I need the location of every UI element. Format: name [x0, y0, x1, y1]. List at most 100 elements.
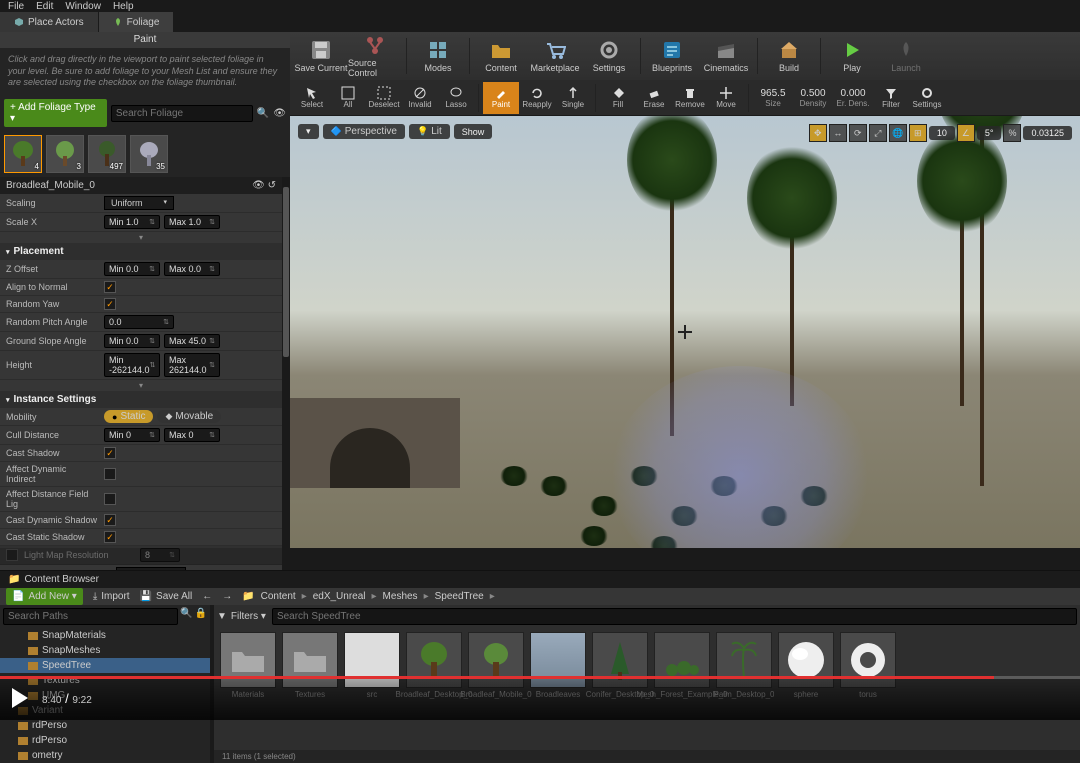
search-icon[interactable]: 🔍	[180, 608, 192, 625]
tree-item[interactable]: SpeedTree	[0, 658, 210, 673]
lightmap-override-checkbox[interactable]	[6, 549, 18, 561]
play-button[interactable]: Play	[825, 34, 879, 78]
erase-button[interactable]: Erase	[636, 82, 672, 114]
menu-edit[interactable]: Edit	[36, 1, 53, 12]
zoffset-max-input[interactable]: Max 0.0	[164, 262, 220, 276]
settings-button[interactable]: Settings	[582, 34, 636, 78]
modes-button[interactable]: Modes	[411, 34, 465, 78]
scaling-dropdown[interactable]: Uniform	[104, 196, 174, 210]
zoffset-min-input[interactable]: Min 0.0	[104, 262, 160, 276]
tree-item[interactable]: rdPerso	[0, 718, 210, 733]
scale-snap-button[interactable]: %	[1003, 124, 1021, 142]
launch-button[interactable]: Launch	[879, 34, 933, 78]
single-button[interactable]: Single	[555, 82, 591, 114]
blueprints-button[interactable]: Blueprints	[645, 34, 699, 78]
viewport-menu-button[interactable]: ▾	[298, 124, 319, 139]
source-control-button[interactable]: Source Control	[348, 34, 402, 78]
filter-button[interactable]: Filter	[873, 82, 909, 114]
remove-button[interactable]: Remove	[672, 82, 708, 114]
instance-settings-section[interactable]: Instance Settings	[0, 391, 282, 408]
grid-snap-button[interactable]: ⊞	[909, 124, 927, 142]
grid-snap-value[interactable]: 10	[929, 126, 955, 140]
dynshadow-checkbox[interactable]	[104, 514, 116, 526]
expand-arrow-icon[interactable]: ▾	[0, 380, 282, 391]
cull-min-input[interactable]: Min 0	[104, 428, 160, 442]
build-button[interactable]: Build	[762, 34, 816, 78]
tool-settings-button[interactable]: Settings	[909, 82, 945, 114]
align-checkbox[interactable]	[104, 281, 116, 293]
castshadow-checkbox[interactable]	[104, 447, 116, 459]
search-icon[interactable]: 🔍	[257, 108, 269, 119]
coord-space-button[interactable]: 🌐	[889, 124, 907, 142]
lightmap-input[interactable]: 8	[140, 548, 180, 562]
brush-size-value[interactable]: 965.5Size	[753, 88, 793, 108]
lit-button[interactable]: 💡 Lit	[409, 124, 450, 139]
foliage-thumb[interactable]: 3	[46, 135, 84, 173]
angle-snap-value[interactable]: 5°	[977, 126, 1002, 140]
paint-density-value[interactable]: 0.500Density	[793, 88, 833, 108]
content-browser-tab[interactable]: 📁Content Browser	[0, 571, 1080, 588]
dynind-checkbox[interactable]	[104, 468, 116, 480]
content-button[interactable]: Content	[474, 34, 528, 78]
reapply-button[interactable]: Reapply	[519, 82, 555, 114]
lasso-button[interactable]: Lasso	[438, 82, 474, 114]
tree-item[interactable]: SnapMaterials	[0, 628, 210, 643]
breadcrumb-item[interactable]: SpeedTree	[435, 591, 484, 602]
foliage-thumb[interactable]: 4	[4, 135, 42, 173]
tree-item[interactable]: ometry	[0, 748, 210, 763]
lock-icon[interactable]: 🔒	[195, 608, 207, 625]
view-options-icon[interactable]: 👁	[273, 108, 286, 119]
select-all-button[interactable]: All	[330, 82, 366, 114]
angle-snap-button[interactable]: ∠	[957, 124, 975, 142]
breadcrumb-item[interactable]: Meshes	[383, 591, 418, 602]
transform-rotate-button[interactable]: ⟳	[849, 124, 867, 142]
filters-button[interactable]: ▼ Filters ▾	[217, 611, 266, 622]
save-all-button[interactable]: 💾Save All	[140, 591, 193, 602]
tree-item[interactable]: rdPerso	[0, 733, 210, 748]
search-paths-input[interactable]	[3, 608, 178, 625]
foliage-thumb[interactable]: 35	[130, 135, 168, 173]
height-max-input[interactable]: Max 262144.0	[164, 353, 220, 377]
play-icon[interactable]	[12, 688, 28, 708]
history-forward-button[interactable]: →	[222, 591, 232, 602]
import-button[interactable]: ⤓Import	[93, 591, 130, 602]
placement-section[interactable]: Placement	[0, 243, 282, 260]
add-foliage-type-button[interactable]: + Add Foliage Type ▾	[4, 99, 107, 127]
expand-arrow-icon[interactable]: ▾	[0, 232, 282, 243]
transform-select-button[interactable]: ✥	[809, 124, 827, 142]
select-invalid-button[interactable]: Invalid	[402, 82, 438, 114]
tab-foliage[interactable]: Foliage	[99, 12, 174, 32]
tree-item[interactable]: SnapMeshes	[0, 643, 210, 658]
search-foliage-input[interactable]	[111, 105, 253, 122]
tab-place-actors[interactable]: Place Actors	[0, 12, 98, 32]
marketplace-button[interactable]: Marketplace	[528, 34, 582, 78]
save-current-button[interactable]: Save Current	[294, 34, 348, 78]
transform-scale-button[interactable]: ⤢	[869, 124, 887, 142]
mobility-movable-button[interactable]: ◆ Movable	[157, 410, 221, 423]
menu-window[interactable]: Window	[65, 1, 101, 12]
mobility-static-button[interactable]: ● Static	[104, 410, 153, 423]
breadcrumb-item[interactable]: Content	[261, 591, 296, 602]
eye-icon[interactable]: 👁 ↺	[252, 180, 276, 191]
erase-density-value[interactable]: 0.000Er. Dens.	[833, 88, 873, 108]
paint-tool-button[interactable]: Paint	[483, 82, 519, 114]
deselect-button[interactable]: Deselect	[366, 82, 402, 114]
breadcrumb-item[interactable]: edX_Unreal	[313, 591, 366, 602]
slope-min-input[interactable]: Min 0.0	[104, 334, 160, 348]
menu-file[interactable]: File	[8, 1, 24, 12]
search-assets-input[interactable]	[272, 608, 1077, 625]
distfield-checkbox[interactable]	[104, 493, 116, 505]
menu-help[interactable]: Help	[113, 1, 134, 12]
slope-max-input[interactable]: Max 45.0	[164, 334, 220, 348]
scale-snap-value[interactable]: 0.03125	[1023, 126, 1072, 140]
show-button[interactable]: Show	[454, 124, 493, 139]
scalex-min-input[interactable]: Min 1.0	[104, 215, 160, 229]
move-button[interactable]: Move	[708, 82, 744, 114]
perspective-button[interactable]: 🔷 Perspective	[323, 124, 405, 139]
select-tool-button[interactable]: Select	[294, 82, 330, 114]
viewport-3d[interactable]: ▾ 🔷 Perspective 💡 Lit Show ✥ ↔ ⟳ ⤢ 🌐 ⊞ 1…	[290, 116, 1080, 548]
cinematics-button[interactable]: Cinematics	[699, 34, 753, 78]
pitch-input[interactable]: 0.0	[104, 315, 174, 329]
foliage-thumb[interactable]: 497	[88, 135, 126, 173]
panel-scrollbar[interactable]	[282, 177, 290, 584]
